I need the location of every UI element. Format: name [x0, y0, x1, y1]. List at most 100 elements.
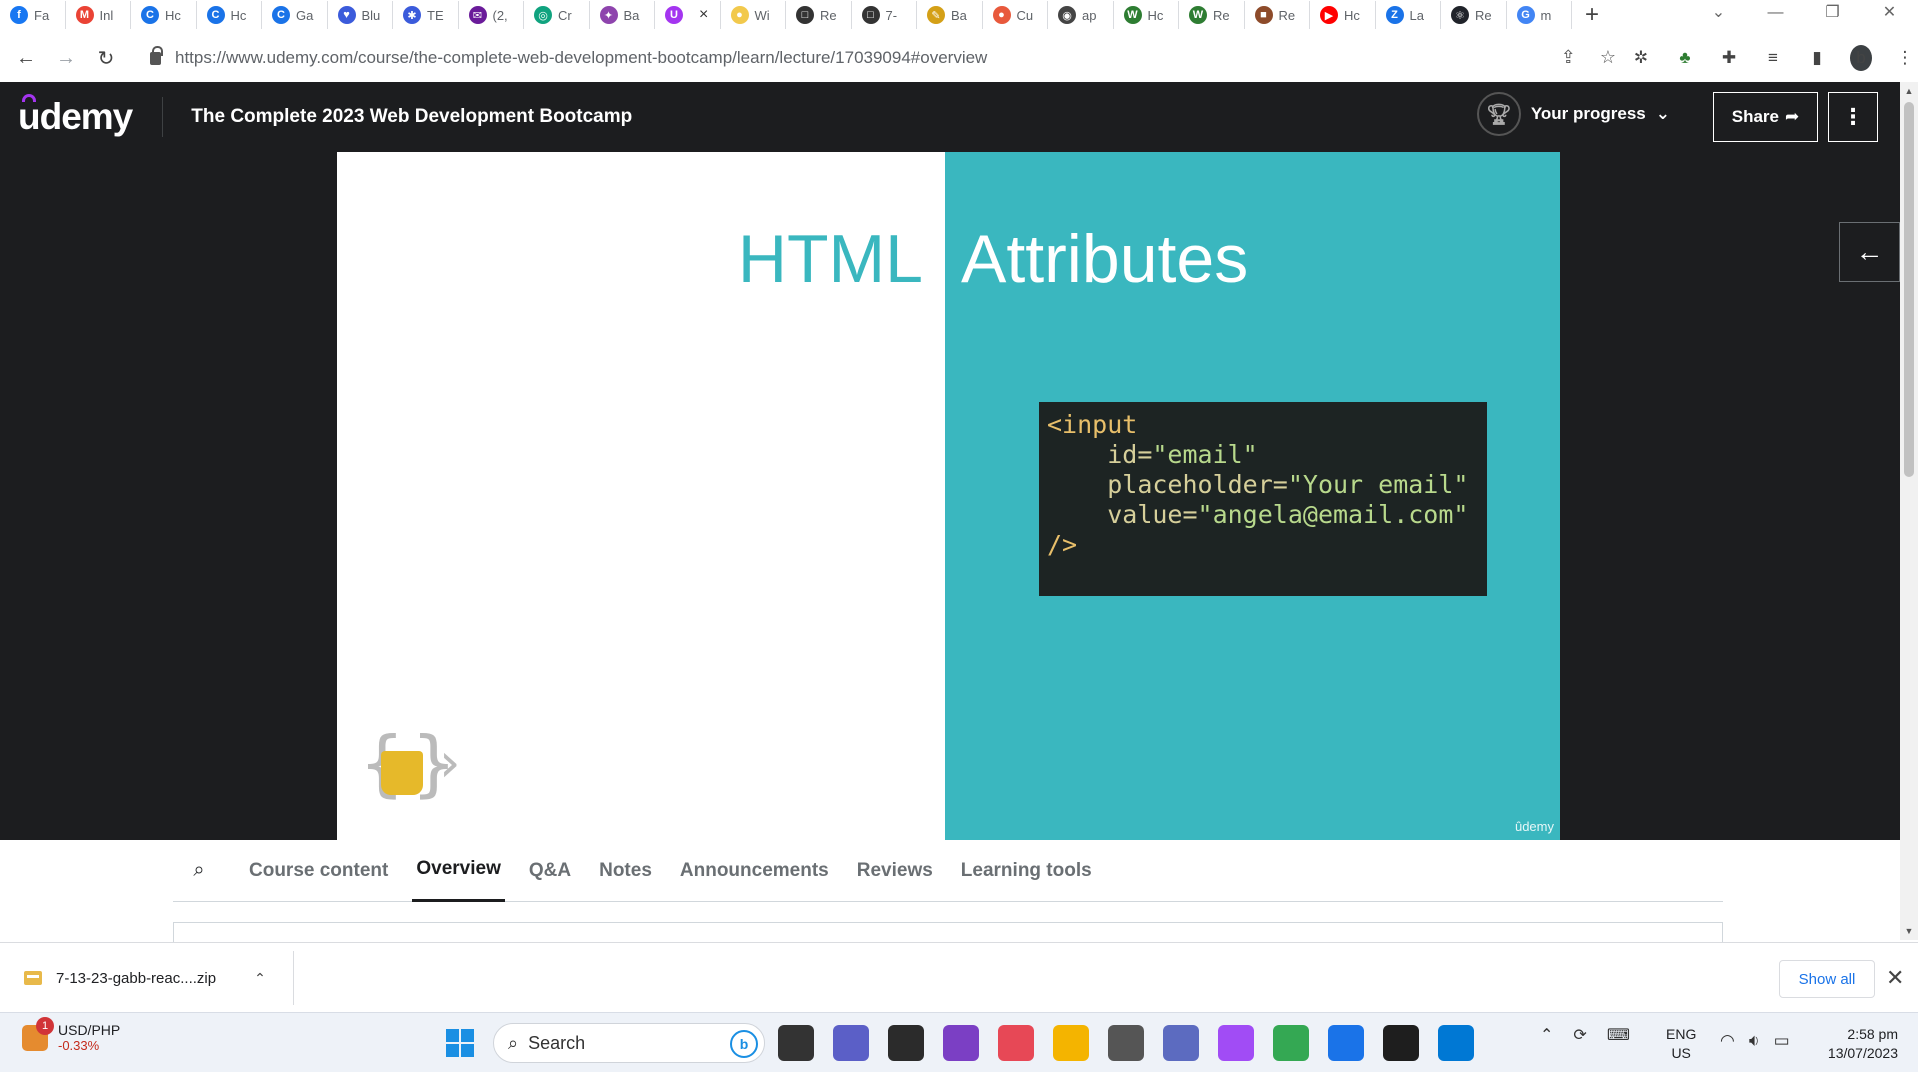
tab-q-a[interactable]: Q&A: [525, 840, 575, 902]
windows-start-icon[interactable]: [446, 1029, 474, 1057]
tab-overview[interactable]: Overview: [412, 840, 505, 902]
taskbar-app-icon[interactable]: [1218, 1025, 1254, 1061]
tab-reviews[interactable]: Reviews: [853, 840, 937, 902]
udemy-logo[interactable]: udemy: [18, 94, 133, 138]
code-line: value="angela@email.com": [1047, 500, 1479, 530]
more-options-button[interactable]: ⋮: [1828, 92, 1878, 142]
search-icon[interactable]: ⌕: [173, 859, 225, 882]
tab-label: m: [1540, 7, 1552, 23]
puzzle-extensions-icon[interactable]: ✚: [1718, 48, 1740, 68]
bing-icon[interactable]: b: [730, 1030, 758, 1058]
tab-search-chevron-icon[interactable]: ⌄: [1690, 0, 1747, 28]
tray-chevron-up-icon[interactable]: ⌃: [1540, 1025, 1553, 1045]
scrollbar-thumb[interactable]: [1904, 102, 1914, 477]
new-tab-button[interactable]: +: [1572, 1, 1612, 29]
your-progress-button[interactable]: 🏆︎ Your progress ⌄: [1476, 92, 1670, 136]
close-window-button[interactable]: ✕: [1861, 0, 1918, 28]
sync-icon[interactable]: ⟳: [1573, 1025, 1586, 1045]
bug-extension-icon[interactable]: ✲: [1630, 48, 1652, 68]
back-arrow-icon[interactable]: ←: [6, 47, 46, 70]
browser-tab[interactable]: ● Wi: [721, 1, 786, 29]
forward-arrow-icon[interactable]: →: [46, 47, 86, 70]
keyboard-icon[interactable]: ⌨: [1607, 1025, 1630, 1045]
tab-learning-tools[interactable]: Learning tools: [957, 840, 1096, 902]
taskbar-app-icon[interactable]: [1163, 1025, 1199, 1061]
browser-tab[interactable]: ■ Re: [1245, 1, 1310, 29]
scroll-up-icon[interactable]: ▲: [1904, 86, 1914, 96]
browser-tab[interactable]: W Re: [1179, 1, 1245, 29]
restore-button[interactable]: ❐: [1804, 0, 1861, 28]
language-indicator[interactable]: ENG US: [1666, 1025, 1696, 1063]
taskbar-app-icon[interactable]: [1273, 1025, 1309, 1061]
browser-tab[interactable]: U ×: [655, 1, 721, 29]
tab-favicon-icon: ✦: [599, 6, 618, 24]
tab-announcements[interactable]: Announcements: [676, 840, 833, 902]
expand-sidebar-arrow-icon[interactable]: ←: [1839, 222, 1900, 282]
taskbar-app-icon[interactable]: [1053, 1025, 1089, 1061]
download-item[interactable]: 7-13-23-gabb-reac....zip ⌃: [24, 943, 266, 1013]
stock-widget[interactable]: 1 USD/PHP -0.33%: [22, 1016, 120, 1053]
taskbar-app-icon[interactable]: [1328, 1025, 1364, 1061]
taskbar-app-icon[interactable]: [1108, 1025, 1144, 1061]
url-omnibox[interactable]: https://www.udemy.com/course/the-complet…: [138, 41, 1628, 75]
browser-tab[interactable]: □ Re: [786, 1, 852, 29]
browser-tab[interactable]: C Hc: [197, 1, 262, 29]
system-icons[interactable]: ◠ 🔉︎ ▭: [1720, 1031, 1790, 1051]
taskbar-app-icon[interactable]: [888, 1025, 924, 1061]
reload-icon[interactable]: ↻: [86, 46, 126, 71]
close-icon[interactable]: ✕: [1886, 965, 1904, 991]
browser-tab[interactable]: ✦ Ba: [590, 1, 655, 29]
scroll-down-icon[interactable]: ▼: [1904, 926, 1914, 936]
browser-tab[interactable]: ◎ Cr: [524, 1, 590, 29]
lock-icon[interactable]: [150, 45, 163, 65]
course-title[interactable]: The Complete 2023 Web Development Bootca…: [191, 106, 632, 128]
browser-tab[interactable]: ✎ Ba: [917, 1, 983, 29]
browser-tab[interactable]: Z La: [1376, 1, 1441, 29]
browser-tab[interactable]: ⚛ Re: [1441, 1, 1507, 29]
browser-tab[interactable]: ▶ Hc: [1310, 1, 1376, 29]
notification-badge: 1: [36, 1016, 54, 1035]
browser-tab[interactable]: C Ga: [262, 1, 328, 29]
share-page-icon[interactable]: ⇪: [1561, 47, 1576, 68]
tab-course-content[interactable]: Course content: [245, 840, 392, 902]
bookmark-star-icon[interactable]: ☆: [1600, 47, 1616, 68]
taskbar-app-icon[interactable]: [1438, 1025, 1474, 1061]
browser-tab[interactable]: M Inl: [66, 1, 131, 29]
browser-tab[interactable]: C Hc: [131, 1, 197, 29]
html-extension-icon[interactable]: ♣: [1674, 48, 1696, 68]
code-token: <input: [1047, 410, 1138, 439]
browser-tab[interactable]: ✉ (2,: [459, 1, 524, 29]
share-arrow-icon: ➦: [1785, 107, 1800, 126]
video-player[interactable]: HTML { } › Attributes <input id="email" …: [0, 152, 1900, 840]
url-text[interactable]: https://www.udemy.com/course/the-complet…: [175, 48, 987, 68]
clock[interactable]: 2:58 pm 13/07/2023: [1806, 1025, 1898, 1063]
share-button[interactable]: Share ➦: [1713, 92, 1818, 142]
browser-tab[interactable]: f Fa: [0, 1, 66, 29]
chevron-up-icon[interactable]: ⌃: [254, 970, 266, 987]
browser-tab[interactable]: ◉ ap: [1048, 1, 1114, 29]
address-bar-row: ← → ↻ https://www.udemy.com/course/the-c…: [0, 37, 1918, 79]
tab-label: Hc: [165, 7, 181, 23]
side-panel-icon[interactable]: ▮: [1806, 48, 1828, 68]
page-scrollbar[interactable]: ▲ ▼: [1900, 82, 1918, 940]
profile-avatar[interactable]: b: [1850, 45, 1872, 71]
taskbar-app-icon[interactable]: [998, 1025, 1034, 1061]
taskbar-app-icon[interactable]: [778, 1025, 814, 1061]
kebab-menu-icon[interactable]: ⋮: [1894, 48, 1916, 68]
taskbar-app-icon[interactable]: [833, 1025, 869, 1061]
browser-tab[interactable]: Gm: [1507, 1, 1572, 29]
browser-tab[interactable]: ♥ Blu: [328, 1, 393, 29]
browser-tab[interactable]: W Hc: [1114, 1, 1179, 29]
minimize-button[interactable]: —: [1747, 0, 1804, 28]
code-line: placeholder="Your email": [1047, 470, 1479, 500]
close-tab-icon[interactable]: ×: [699, 6, 708, 24]
show-all-button[interactable]: Show all: [1779, 960, 1875, 998]
tab-notes[interactable]: Notes: [595, 840, 656, 902]
taskbar-app-icon[interactable]: [943, 1025, 979, 1061]
browser-tab[interactable]: □ 7-: [852, 1, 917, 29]
browser-tab[interactable]: ✱ TE: [393, 1, 459, 29]
media-queue-icon[interactable]: ≡: [1762, 48, 1784, 68]
taskbar-app-icon[interactable]: [1383, 1025, 1419, 1061]
taskbar-search[interactable]: ⌕ Search b: [493, 1023, 765, 1063]
browser-tab[interactable]: ● Cu: [983, 1, 1048, 29]
